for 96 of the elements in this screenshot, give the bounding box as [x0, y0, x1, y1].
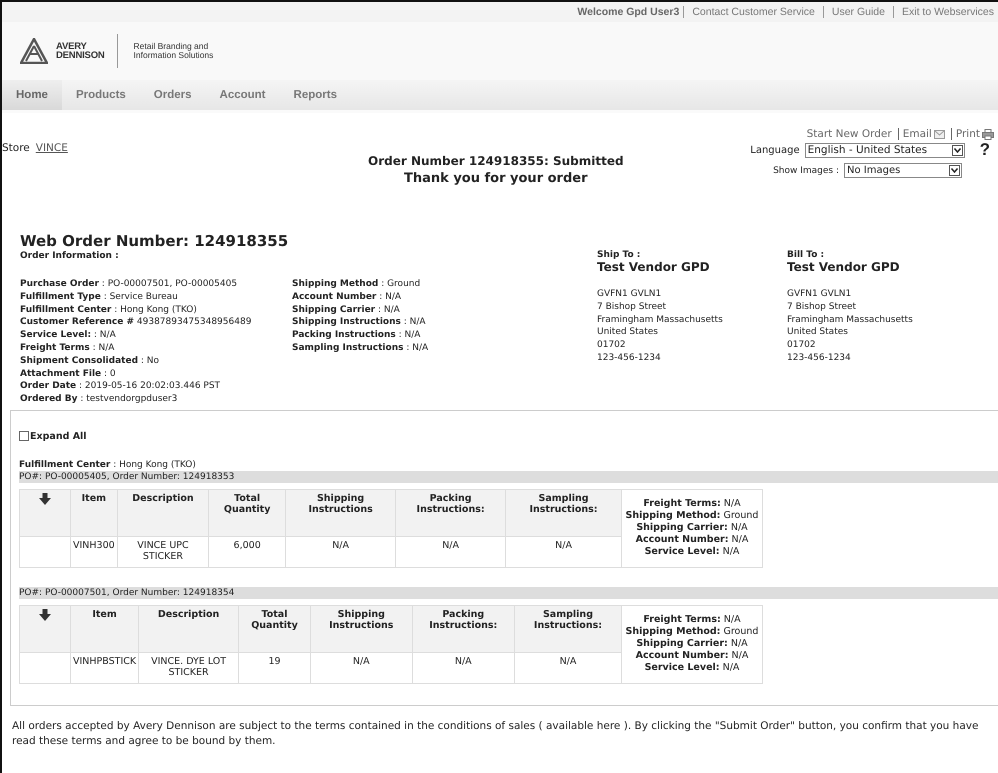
column-header: Shipping Instructions [286, 489, 396, 536]
shipping-summary-cell: Freight Terms: N/A Shipping Method: Ground Shipping Carrier: N/A Account Number: N/A Service Level: N/A [622, 605, 762, 684]
address-line: GVFN1 GVLN1 [597, 288, 662, 301]
po-header-bar: PO#: PO-00005405, Order Number: 124918353 [19, 470, 998, 483]
action-link[interactable]: Start New Order [806, 128, 894, 140]
header-link[interactable]: User Guide [824, 6, 894, 18]
address-line: Framingham Massachusetts [597, 314, 724, 326]
address-line: 01702 [787, 339, 817, 352]
table-cell: N/A [412, 652, 514, 684]
order-info-line: Sampling Instructions : N/A [292, 342, 430, 355]
help-icon[interactable]: ? [980, 140, 990, 160]
order-info-line: Customer Reference # 49387893475348956489 [20, 316, 252, 330]
address-line: 01702 [597, 339, 627, 352]
web-order-number: Web Order Number: 124918355 [20, 232, 288, 250]
language-dropdown[interactable]: English - United States [804, 142, 965, 158]
email-link[interactable]: Email [898, 128, 947, 140]
address-name: Test Vendor GPD [787, 260, 901, 274]
tagline-text: Retail Branding and [134, 42, 210, 51]
language-label: Language [750, 144, 800, 156]
down-arrow-icon[interactable] [39, 492, 51, 505]
column-header: Shipping Instructions [310, 605, 412, 652]
order-info-line: Shipping Method : Ground [292, 278, 422, 291]
table-cell: 6,000 [208, 536, 286, 568]
order-info-line: Packing Instructions : N/A [292, 329, 422, 342]
address-line: 7 Bishop Street [787, 300, 858, 314]
expand-all-checkbox[interactable] [19, 431, 29, 442]
thank-you-text: Thank you for your order [404, 171, 588, 186]
column-header: Sampling Instructions: [506, 489, 622, 536]
nav-tab[interactable]: Account [206, 80, 280, 110]
dropdown-caret-icon [952, 144, 963, 156]
order-info-line: Shipping Instructions : N/A [292, 316, 427, 330]
terms-text: All orders accepted by Avery Dennison are subject to the terms contained in the conditions of sales ( available here ). By clicking the "Submit Order" button, you confirm that you have read these terms and agree to be bound by them. [12, 718, 980, 749]
printer-icon [982, 128, 994, 140]
header-link[interactable]: Contact Customer Service [684, 6, 824, 18]
tagline-text: Information Solutions [134, 51, 214, 60]
down-arrow-icon[interactable] [39, 608, 51, 621]
column-header: Description [138, 605, 239, 652]
expand-all-label: Expand All [30, 430, 87, 442]
welcome-text: Welcome Gpd User3 [577, 6, 684, 18]
brand-text: AVERY [56, 42, 87, 51]
nav-tab[interactable]: Reports [280, 80, 351, 110]
table-cell: N/A [310, 652, 412, 684]
order-info-line: Freight Terms : N/A [20, 342, 116, 355]
order-information-title: Order Information : [20, 251, 120, 261]
table-cell: VINCE UPC STICKER [117, 536, 209, 568]
address-line: 123-456-1234 [597, 352, 662, 365]
table-cell: VINHPBSTICK [70, 652, 139, 684]
header-link[interactable]: Exit to Webservices [894, 6, 994, 18]
table-cell: VINH300 [70, 536, 118, 568]
dropdown-caret-icon [949, 165, 960, 176]
order-info-line: Purchase Order : PO-00007501, PO-00005405 [20, 278, 238, 291]
nav-tab[interactable]: Home [2, 80, 62, 110]
brand-text: DENNISON [56, 51, 105, 60]
order-info-line: Order Date : 2019-05-16 20:02:03.446 PST [20, 380, 222, 394]
column-header: Packing Instructions: [412, 605, 514, 652]
address-line: United States [787, 326, 849, 340]
order-info-line: Ordered By : testvendorgpduser3 [20, 393, 178, 406]
address-title: Ship To : [597, 250, 642, 260]
order-info-line: Fulfillment Center : Hong Kong (TKO) [20, 304, 198, 316]
address-line: United States [597, 326, 659, 340]
order-info-line: Account Number : N/A [292, 290, 402, 304]
shipping-summary-cell: Freight Terms: N/A Shipping Method: Ground Shipping Carrier: N/A Account Number: N/A Service Level: N/A [622, 489, 762, 568]
po-header-bar: PO#: PO-00007501, Order Number: 124918354 [19, 586, 998, 599]
column-header: Item [70, 489, 118, 536]
table-cell: N/A [396, 536, 506, 568]
table-cell: VINCE. DYE LOT STICKER [138, 652, 239, 684]
table-cell: 19 [238, 652, 310, 684]
order-info-line: Attachment File : 0 [20, 368, 117, 380]
column-header: Packing Instructions: [396, 489, 506, 536]
print-link[interactable]: Print [950, 128, 996, 140]
order-info-line: Shipping Carrier : N/A [292, 304, 401, 316]
order-info-line: Service Level: : N/A [20, 329, 117, 342]
address-line: Framingham Massachusetts [787, 314, 914, 326]
address-line: 7 Bishop Street [597, 300, 668, 314]
logo-icon [20, 38, 48, 64]
address-title: Bill To : [787, 250, 826, 260]
store-label: Store [2, 142, 30, 154]
nav-tab[interactable]: Products [62, 80, 140, 110]
nav-tab[interactable]: Orders [140, 80, 206, 110]
column-header: Total Quantity [238, 605, 310, 652]
column-header: Description [117, 489, 209, 536]
order-info-line: Fulfillment Type : Service Bureau [20, 290, 179, 304]
column-header: Sampling Instructions: [514, 605, 622, 652]
table-cell: N/A [286, 536, 396, 568]
column-header: Item [70, 605, 139, 652]
column-header: Total Quantity [208, 489, 286, 536]
order-info-line: Shipment Consolidated : No [20, 354, 160, 368]
address-line: 123-456-1234 [787, 352, 852, 365]
envelope-icon [934, 130, 945, 138]
fulfillment-center-text: Fulfillment Center : Hong Kong (TKO) [19, 460, 197, 470]
address-name: Test Vendor GPD [597, 260, 711, 274]
store-link[interactable]: VINCE [36, 142, 68, 154]
show-images-dropdown[interactable]: No Images [844, 163, 962, 178]
address-line: GVFN1 GVLN1 [787, 288, 852, 301]
order-status-title: Order Number 124918355: Submitted [368, 154, 624, 168]
show-images-label: Show Images : [773, 166, 839, 176]
